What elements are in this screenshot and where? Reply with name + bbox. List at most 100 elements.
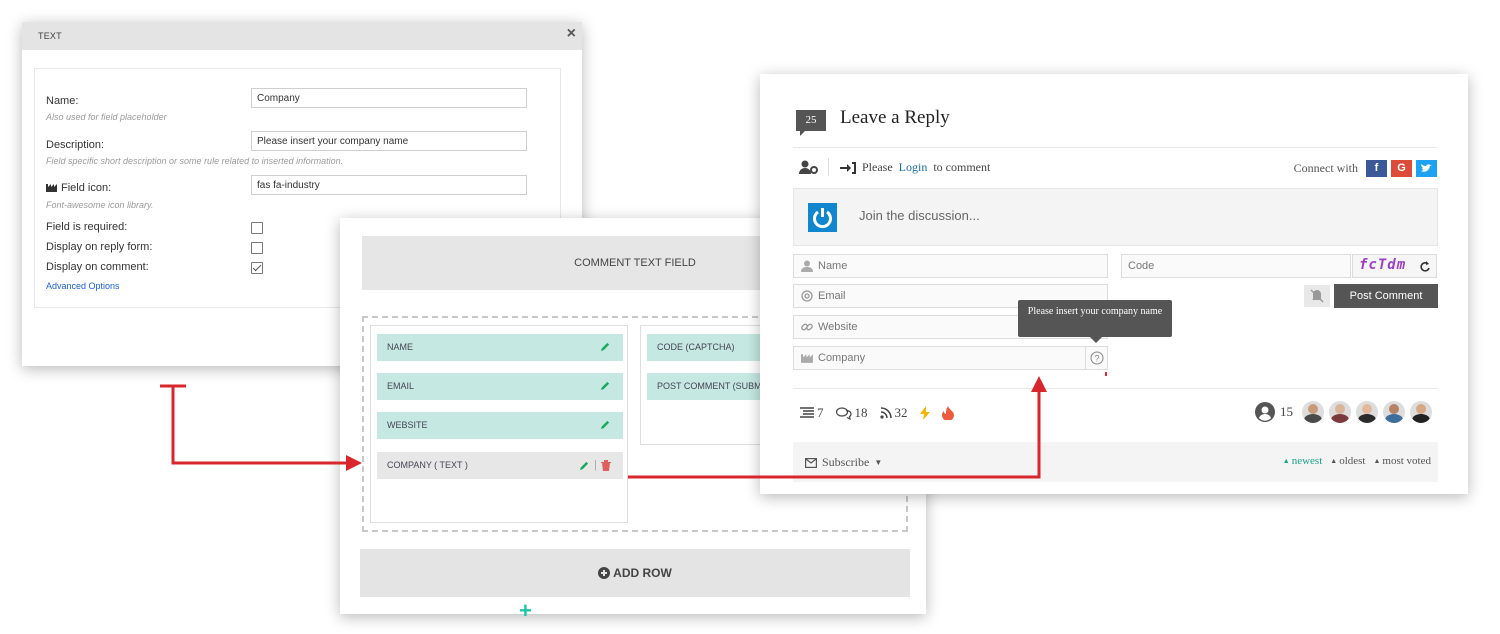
name-field[interactable]: Name (793, 254, 1108, 278)
company-placeholder: Company (818, 352, 866, 364)
envelope-icon (805, 457, 817, 468)
followers-stat[interactable]: 32 (879, 405, 908, 421)
display-reply-label: Display on reply form: (46, 241, 153, 253)
login-prefix: Please (862, 160, 893, 174)
pencil-icon[interactable] (600, 419, 611, 430)
field-item-label: EMAIL (387, 381, 415, 391)
subscribe-label: Subscribe (822, 455, 870, 469)
name-note: Also used for field placeholder (46, 112, 167, 122)
name-label: Name: (46, 95, 79, 107)
trash-icon[interactable] (601, 459, 611, 471)
reply-title: Leave a Reply (840, 107, 950, 128)
field-icon-note: Font-awesome icon library. (46, 200, 154, 210)
sort-oldest[interactable]: ▲ oldest (1330, 455, 1365, 467)
website-placeholder: Website (818, 321, 858, 333)
mute-notifications-button[interactable] (1304, 285, 1330, 307)
required-checkbox[interactable] (251, 222, 263, 234)
sort-newest[interactable]: ▲ newest (1283, 455, 1322, 467)
avatar[interactable] (1356, 401, 1378, 423)
tools-separator: | (594, 459, 597, 471)
add-field-icon[interactable]: + (519, 600, 532, 622)
sort-options: ▲ newest ▲ oldest ▲ most voted (1283, 455, 1431, 467)
refresh-icon[interactable] (1420, 261, 1430, 272)
name-input[interactable]: Company (251, 88, 527, 108)
threads-count: 7 (817, 405, 824, 420)
avatar[interactable] (1302, 401, 1324, 423)
login-suffix: to comment (933, 160, 991, 174)
add-row-label: ADD ROW (613, 566, 672, 580)
replies-stat[interactable]: 18 (835, 405, 868, 421)
industry-icon (46, 184, 57, 192)
twitter-icon[interactable] (1416, 160, 1437, 177)
comment-toolbar: Subscribe ▼ ▲ newest ▲ oldest ▲ most voted (793, 442, 1438, 482)
pencil-icon[interactable] (600, 380, 611, 391)
field-item-tools: | (579, 459, 611, 471)
field-item-captcha[interactable]: CODE (CAPTCHA) (647, 334, 767, 361)
field-item-label: COMPANY ( TEXT ) (387, 460, 468, 470)
field-item-label: POST COMMENT (SUBM (657, 381, 762, 391)
participants-count: 15 (1280, 404, 1293, 419)
post-comment-button[interactable]: Post Comment (1334, 284, 1438, 308)
field-item-name[interactable]: NAME (377, 334, 623, 361)
avatar[interactable] (1329, 401, 1351, 423)
discussion-box[interactable]: Join the discussion... (793, 188, 1438, 246)
field-item-email[interactable]: EMAIL (377, 373, 623, 400)
industry-icon (801, 354, 813, 363)
hot-fire[interactable] (941, 406, 954, 420)
pencil-icon[interactable] (579, 460, 590, 471)
login-link[interactable]: Login (899, 160, 928, 175)
description-input[interactable]: Please insert your company name (251, 131, 527, 151)
connect-label: Connect with (1293, 161, 1358, 175)
user-cog-icon[interactable] (799, 160, 819, 174)
field-item-website[interactable]: WEBSITE (377, 412, 623, 439)
fire-icon (941, 406, 954, 420)
company-field[interactable]: Company ? (793, 346, 1108, 370)
sort-oldest-label: oldest (1339, 455, 1366, 467)
code-placeholder: Code (1128, 260, 1155, 272)
field-icon-label-text: Field icon: (61, 182, 112, 194)
avatar[interactable] (1383, 401, 1405, 423)
add-row-button[interactable]: ADD ROW (360, 549, 910, 597)
pencil-icon[interactable] (600, 341, 611, 352)
avatar[interactable] (1410, 401, 1432, 423)
threads-icon (800, 407, 814, 418)
svg-text:?: ? (1094, 354, 1099, 364)
display-comment-checkbox[interactable] (251, 262, 263, 274)
field-item-label: WEBSITE (387, 420, 428, 430)
google-icon[interactable]: G (1391, 160, 1412, 177)
subscribe-dropdown[interactable]: Subscribe ▼ (805, 455, 882, 470)
comment-count-badge: 25 (796, 110, 826, 136)
threads-stat[interactable]: 7 (800, 405, 824, 421)
captcha-box: fcTdm (1352, 254, 1437, 278)
dialog-title: TEXT (38, 31, 62, 41)
display-reply-checkbox[interactable] (251, 242, 263, 254)
advanced-options-link[interactable]: Advanced Options (46, 281, 120, 291)
field-item-post-comment[interactable]: POST COMMENT (SUBM (647, 373, 767, 400)
code-field[interactable]: Code (1121, 254, 1351, 278)
replies-count: 18 (854, 405, 868, 420)
description-label: Description: (46, 139, 105, 151)
help-icon[interactable]: ? (1085, 347, 1107, 369)
user-icon (801, 260, 813, 272)
facebook-icon[interactable]: f (1366, 160, 1387, 177)
divider (793, 388, 1438, 389)
required-marker (1105, 372, 1107, 376)
display-comment-label: Display on comment: (46, 261, 149, 273)
field-icon-label: Field icon: (46, 182, 111, 194)
settings-to-field-arrow (160, 384, 362, 471)
divider (828, 158, 829, 176)
at-icon (801, 290, 813, 302)
followers-count: 32 (894, 405, 908, 420)
link-icon (801, 323, 813, 331)
sort-most-voted[interactable]: ▲ most voted (1373, 455, 1431, 467)
field-item-label: CODE (CAPTCHA) (657, 342, 735, 352)
field-icon-input[interactable]: fas fa-industry (251, 175, 527, 195)
description-note: Field specific short description or some… (46, 156, 344, 166)
field-item-company[interactable]: COMPANY ( TEXT ) | (377, 452, 623, 479)
comments-icon (835, 406, 852, 420)
hot-bolt[interactable] (919, 406, 930, 420)
close-icon[interactable]: × (567, 25, 576, 43)
participants: 15 (1255, 401, 1432, 423)
bolt-icon (919, 406, 930, 420)
twitter-bird-icon (1421, 164, 1432, 172)
